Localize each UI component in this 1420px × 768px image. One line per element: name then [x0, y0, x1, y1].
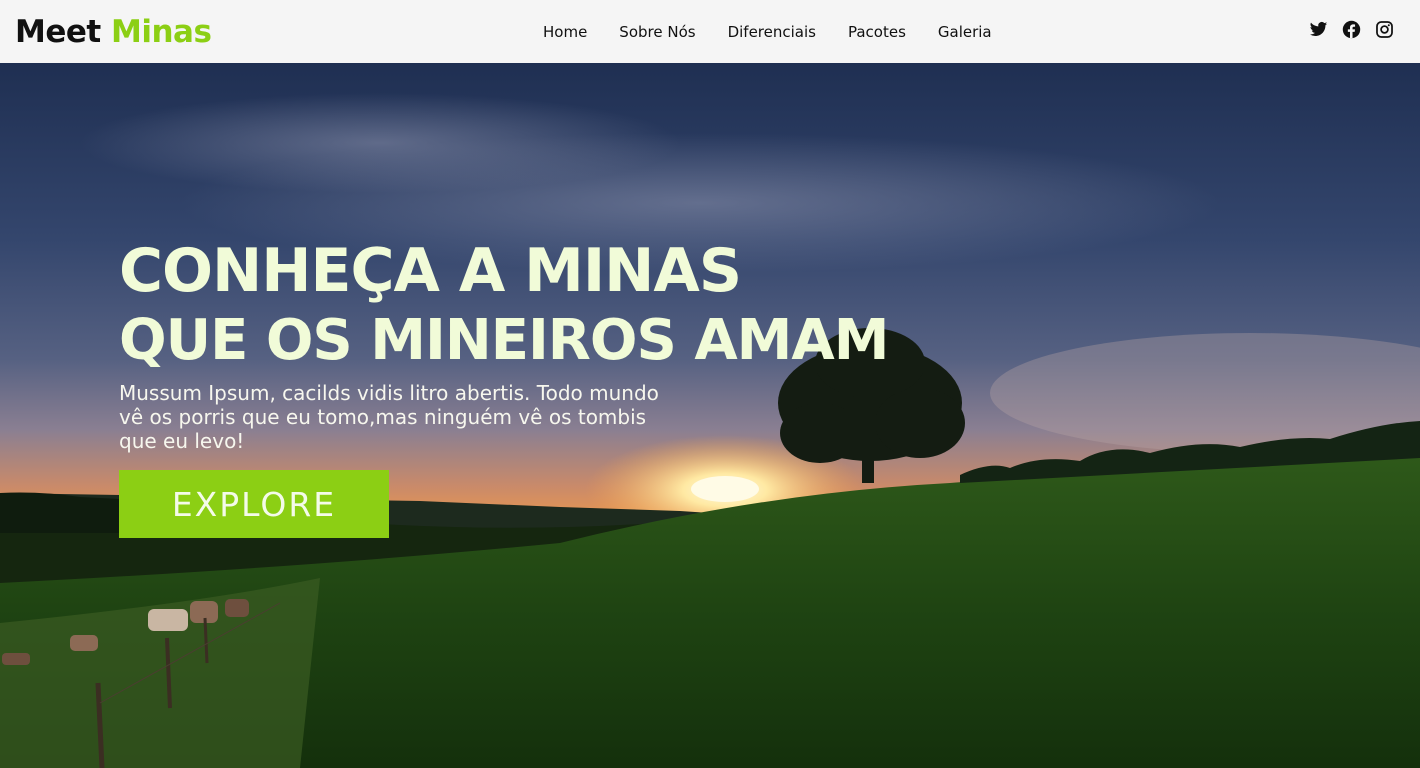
nav-link-packages[interactable]: Pacotes	[848, 23, 906, 41]
hero-title-line2: QUE OS MINEIROS AMAM	[119, 308, 889, 373]
logo-text-part2: Minas	[111, 14, 212, 50]
nav-link-home[interactable]: Home	[543, 23, 587, 41]
site-header: Meet Minas Home Sobre Nós Diferenciais P…	[0, 0, 1420, 63]
social-links	[1309, 20, 1394, 39]
nav-link-gallery[interactable]: Galeria	[938, 23, 992, 41]
logo[interactable]: Meet Minas	[15, 12, 212, 52]
hero-subtitle: Mussum Ipsum, cacilds vidis litro aberti…	[119, 381, 659, 453]
hero-section: CONHEÇA A MINAS QUE OS MINEIROS AMAM Mus…	[0, 63, 1420, 768]
facebook-icon[interactable]	[1342, 20, 1361, 39]
nav-link-differentials[interactable]: Diferenciais	[728, 23, 816, 41]
hero-text: CONHEÇA A MINAS QUE OS MINEIROS AMAM Mus…	[119, 233, 889, 453]
explore-button[interactable]: EXPLORE	[119, 470, 389, 538]
twitter-icon[interactable]	[1309, 20, 1328, 39]
logo-text-part1: Meet	[15, 14, 101, 50]
instagram-icon[interactable]	[1375, 20, 1394, 39]
nav-link-about[interactable]: Sobre Nós	[619, 23, 695, 41]
main-nav: Home Sobre Nós Diferenciais Pacotes Gale…	[527, 0, 1008, 63]
hero-title-line1: CONHEÇA A MINAS	[119, 236, 742, 306]
